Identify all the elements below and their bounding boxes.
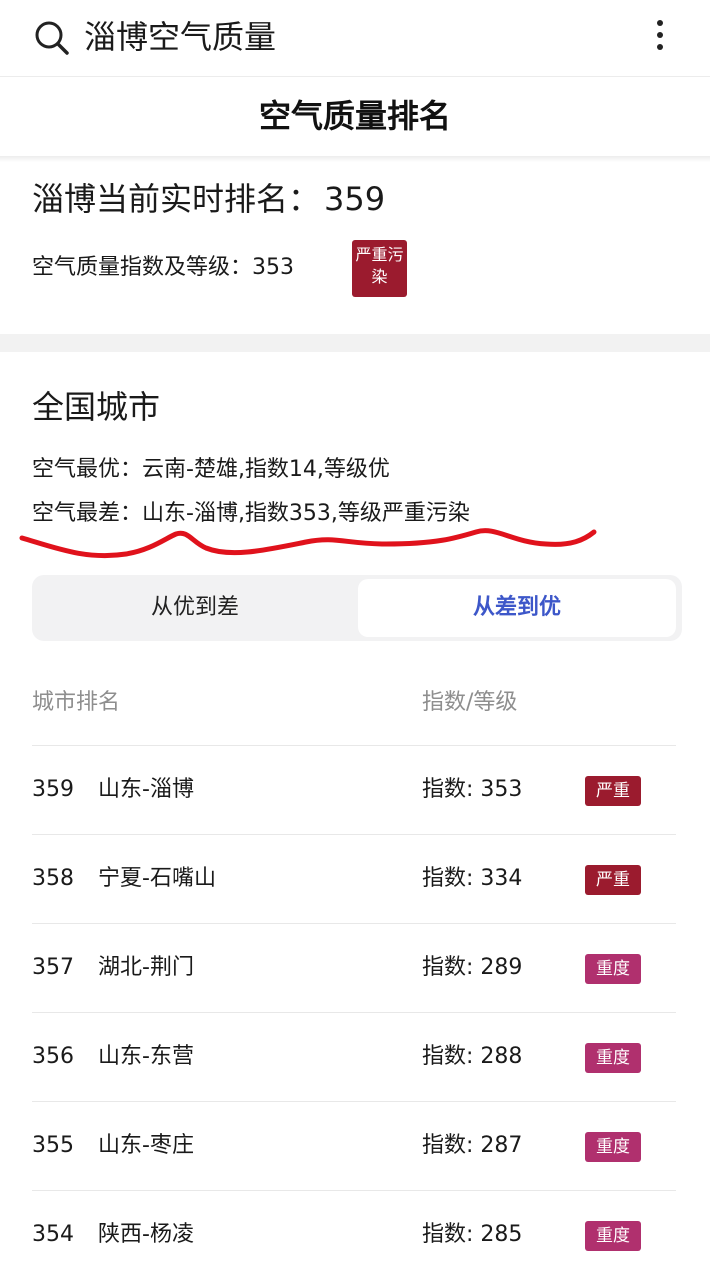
national-heading: 全国城市 (32, 388, 161, 426)
more-vertical-icon[interactable] (648, 14, 672, 62)
search-bar[interactable]: 淄博空气质量 (0, 0, 710, 77)
row-city: 山东-枣庄 (98, 1133, 194, 1158)
table-row[interactable]: 359 山东-淄博 指数: 353 严重 (32, 745, 676, 834)
row-rank: 356 (32, 1044, 74, 1069)
row-index: 指数: 287 (422, 1133, 523, 1158)
row-index: 指数: 285 (422, 1222, 523, 1247)
table-row[interactable]: 355 山东-枣庄 指数: 287 重度 (32, 1101, 676, 1190)
search-icon[interactable] (34, 20, 70, 56)
row-rank: 359 (32, 777, 74, 802)
ranking-table: 359 山东-淄博 指数: 353 严重 358 宁夏-石嘴山 指数: 334 … (32, 745, 676, 1279)
column-header-index: 指数/等级 (422, 690, 518, 715)
level-badge: 重度 (585, 1132, 641, 1162)
local-rank-heading: 淄博当前实时排名： 359 (32, 176, 385, 222)
table-header: 城市排名 指数/等级 (32, 680, 676, 726)
local-level-badge: 严重污染 (352, 240, 407, 297)
level-badge: 严重 (585, 865, 641, 895)
row-city: 宁夏-石嘴山 (98, 866, 216, 891)
search-input[interactable]: 淄博空气质量 (84, 14, 276, 60)
row-rank: 358 (32, 866, 74, 891)
level-badge: 重度 (585, 1043, 641, 1073)
level-badge: 严重 (585, 776, 641, 806)
table-row[interactable]: 358 宁夏-石嘴山 指数: 334 严重 (32, 834, 676, 923)
row-city: 陕西-杨凌 (98, 1222, 194, 1247)
sort-worst-to-best-button[interactable]: 从差到优 (358, 579, 676, 637)
row-index: 指数: 334 (422, 866, 523, 891)
sort-best-to-worst-button[interactable]: 从优到差 (36, 579, 354, 637)
level-badge: 重度 (585, 954, 641, 984)
row-rank: 354 (32, 1222, 74, 1247)
table-row[interactable]: 356 山东-东营 指数: 288 重度 (32, 1012, 676, 1101)
local-rank-label: 淄博当前实时排名： (32, 180, 321, 218)
divider (0, 156, 710, 162)
row-index: 指数: 288 (422, 1044, 523, 1069)
row-city: 山东-东营 (98, 1044, 194, 1069)
row-index: 指数: 353 (422, 777, 523, 802)
local-rank-value: 359 (324, 180, 386, 218)
table-row[interactable]: 354 陕西-杨凌 指数: 285 重度 (32, 1190, 676, 1279)
column-header-rank: 城市排名 (32, 690, 121, 715)
row-rank: 357 (32, 955, 74, 980)
app-page: 淄博空气质量 空气质量排名 淄博当前实时排名： 359 空气质量指数及等级：353… (0, 0, 710, 1280)
row-rank: 355 (32, 1133, 74, 1158)
row-city: 湖北-荆门 (98, 955, 194, 980)
table-row[interactable]: 357 湖北-荆门 指数: 289 重度 (32, 923, 676, 1012)
section-divider (0, 334, 710, 352)
sort-toggle: 从优到差 从差到优 (32, 575, 682, 641)
local-aqi-line: 空气质量指数及等级：353 (32, 255, 294, 280)
national-best-line: 空气最优：云南-楚雄,指数14,等级优 (32, 457, 390, 482)
page-title: 空气质量排名 (258, 97, 451, 135)
row-index: 指数: 289 (422, 955, 523, 980)
row-city: 山东-淄博 (98, 777, 194, 802)
red-underline-annotation (19, 528, 597, 559)
level-badge: 重度 (585, 1221, 641, 1251)
